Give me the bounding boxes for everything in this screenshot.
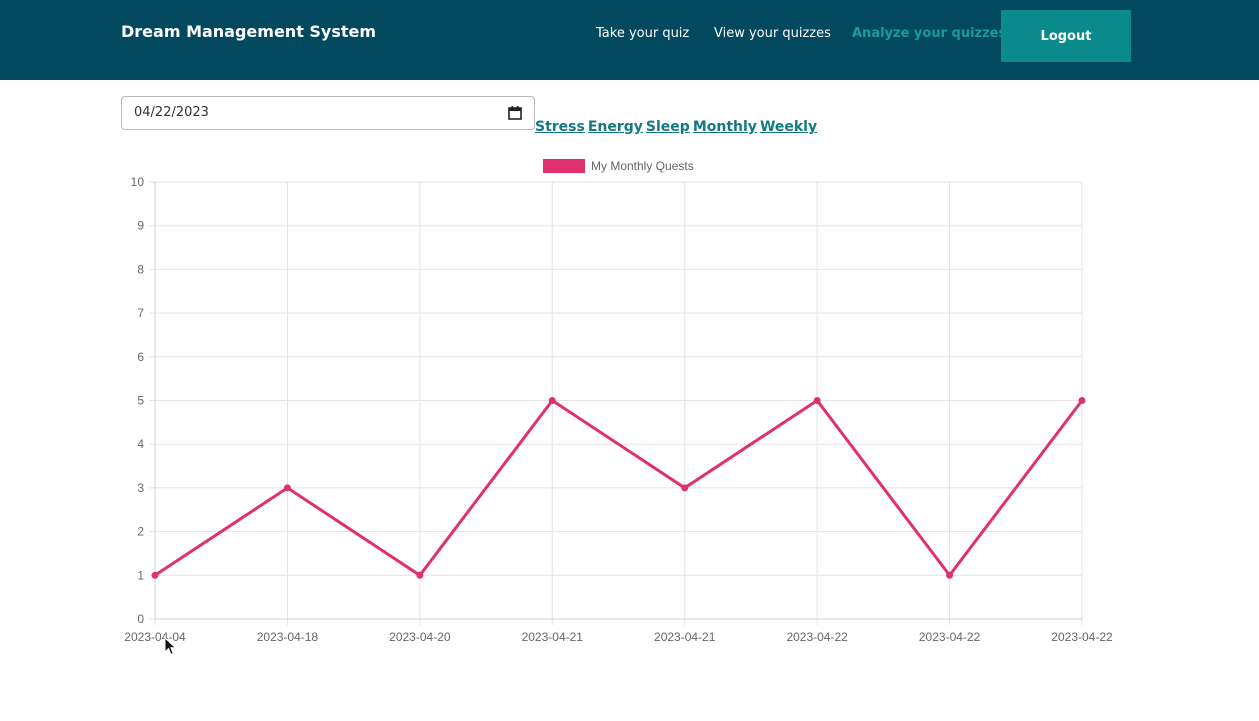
y-tick-label: 4 xyxy=(137,437,144,451)
legend-label: My Monthly Quests xyxy=(591,159,694,173)
y-tick-label: 1 xyxy=(137,568,144,582)
data-point xyxy=(681,484,689,492)
data-point xyxy=(151,571,159,579)
data-point xyxy=(548,397,556,404)
y-tick-label: 5 xyxy=(137,394,144,408)
y-tick-label: 7 xyxy=(137,306,144,320)
data-point xyxy=(813,397,821,404)
y-tick-label: 3 xyxy=(137,481,144,495)
x-tick-label: 2023-04-21 xyxy=(654,630,716,644)
x-tick-label: 2023-04-22 xyxy=(919,630,981,644)
x-tick-label: 2023-04-20 xyxy=(389,630,451,644)
x-tick-label: 2023-04-22 xyxy=(1051,630,1113,644)
data-point xyxy=(416,571,424,579)
y-tick-label: 9 xyxy=(137,219,144,233)
x-tick-label: 2023-04-21 xyxy=(522,630,584,644)
mouse-cursor-icon xyxy=(164,637,177,656)
y-tick-label: 2 xyxy=(137,525,144,539)
data-point xyxy=(946,571,954,579)
legend-swatch xyxy=(543,159,585,173)
line-chart: 0123456789102023-04-04 2023-04-18 2023-04-… xyxy=(124,159,1113,644)
x-tick-label: 2023-04-22 xyxy=(786,630,848,644)
x-tick-label: 2023-04-18 xyxy=(257,630,319,644)
y-tick-label: 6 xyxy=(137,350,144,364)
y-tick-label: 10 xyxy=(131,175,145,189)
y-tick-label: 8 xyxy=(137,262,144,276)
data-point xyxy=(1078,397,1086,404)
data-point xyxy=(283,484,291,492)
y-tick-label: 0 xyxy=(137,612,144,626)
